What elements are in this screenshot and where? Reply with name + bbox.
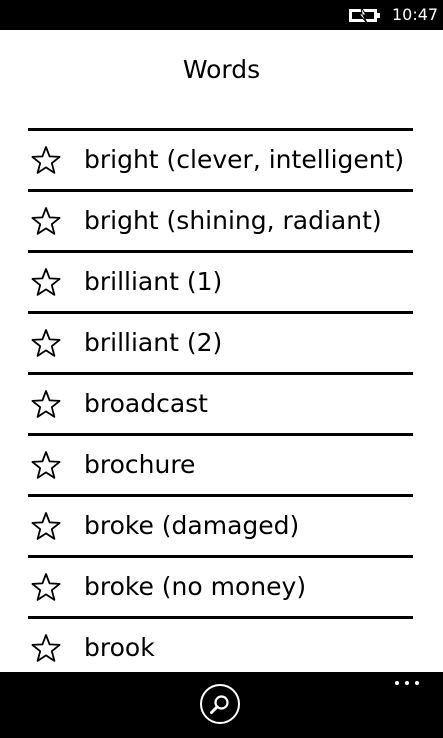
star-outline-icon[interactable]	[30, 633, 62, 663]
star-outline-icon[interactable]	[30, 572, 62, 602]
search-icon	[210, 695, 229, 714]
list-item[interactable]: bright (shining, radiant)	[28, 192, 413, 253]
word-label: brilliant (2)	[84, 328, 223, 357]
list-item[interactable]: brook	[28, 619, 413, 680]
status-bar: 10:47	[0, 0, 443, 30]
more-dot	[395, 681, 399, 685]
word-list: bright (clever, intelligent) bright (shin…	[28, 131, 413, 680]
page-title: Words	[182, 55, 261, 84]
word-label: broke (no money)	[84, 572, 307, 601]
clock: 10:47	[392, 5, 439, 24]
list-item[interactable]: brilliant (2)	[28, 314, 413, 375]
star-outline-icon[interactable]	[30, 511, 62, 541]
more-dot	[415, 681, 419, 685]
star-outline-icon[interactable]	[30, 145, 62, 175]
star-outline-icon[interactable]	[30, 206, 62, 236]
word-label: bright (clever, intelligent)	[84, 145, 405, 174]
star-outline-icon[interactable]	[30, 389, 62, 419]
list-item[interactable]: brilliant (1)	[28, 253, 413, 314]
list-item[interactable]: bright (clever, intelligent)	[28, 131, 413, 192]
word-label: brook	[84, 633, 155, 662]
more-button[interactable]	[394, 676, 420, 690]
list-item[interactable]: brochure	[28, 436, 413, 497]
battery-charging-icon	[349, 6, 380, 24]
word-label: broke (damaged)	[84, 511, 300, 540]
more-dot	[405, 681, 409, 685]
word-label: brochure	[84, 450, 196, 479]
star-outline-icon[interactable]	[30, 328, 62, 358]
list-item[interactable]: broke (damaged)	[28, 497, 413, 558]
star-outline-icon[interactable]	[30, 267, 62, 297]
app-bar	[0, 672, 443, 738]
word-label: bright (shining, radiant)	[84, 206, 382, 235]
search-button[interactable]	[200, 684, 240, 724]
word-label: brilliant (1)	[84, 267, 223, 296]
list-item[interactable]: broadcast	[28, 375, 413, 436]
word-label: broadcast	[84, 389, 208, 418]
list-item[interactable]: broke (no money)	[28, 558, 413, 619]
star-outline-icon[interactable]	[30, 450, 62, 480]
